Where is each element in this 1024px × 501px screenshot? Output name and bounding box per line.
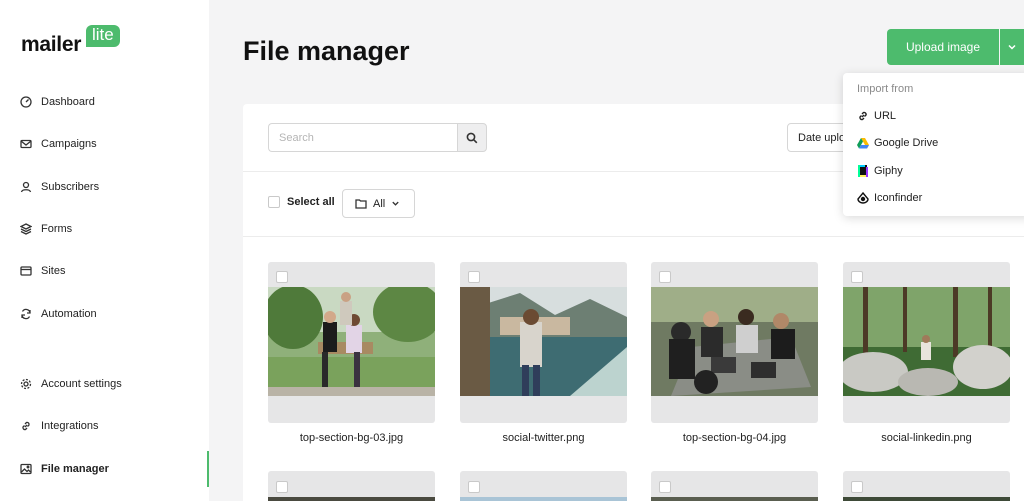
file-checkbox[interactable]: [468, 271, 480, 283]
import-menu-heading: Import from: [857, 83, 914, 95]
file-thumbnail[interactable]: [460, 471, 627, 501]
sidebar-item-label: Automation: [41, 308, 97, 320]
sidebar-item-label: Campaigns: [41, 138, 97, 150]
dashboard-icon: [20, 96, 32, 108]
import-option-label: Giphy: [874, 165, 903, 177]
gear-icon: [20, 378, 32, 390]
file-checkbox[interactable]: [851, 481, 863, 493]
chevron-down-icon: [392, 201, 399, 206]
import-google-drive-option[interactable]: Google Drive: [857, 134, 938, 152]
file-checkbox[interactable]: [276, 271, 288, 283]
sidebar-item-account-settings[interactable]: Account settings: [20, 374, 122, 394]
upload-image-button[interactable]: Upload image: [887, 29, 999, 65]
import-option-label: Iconfinder: [874, 192, 923, 204]
file-thumbnail[interactable]: [651, 262, 818, 423]
photo-image: [268, 287, 435, 396]
file-thumbnail[interactable]: [843, 471, 1010, 501]
link-icon: [22, 421, 30, 431]
browser-icon: [20, 266, 32, 276]
sidebar-item-integrations[interactable]: Integrations: [20, 416, 98, 436]
image-icon: [20, 463, 32, 475]
sidebar-item-dashboard[interactable]: Dashboard: [20, 92, 95, 112]
photo-image: [843, 287, 1010, 396]
select-all-checkbox[interactable]: Select all: [268, 196, 335, 208]
sidebar-item-file-manager[interactable]: File manager: [20, 459, 109, 479]
upload-options-toggle[interactable]: [1000, 29, 1024, 65]
sidebar-item-label: Sites: [41, 265, 66, 277]
logo-badge-lite: lite: [86, 25, 120, 47]
file-checkbox[interactable]: [468, 481, 480, 493]
file-thumbnail[interactable]: [843, 262, 1010, 423]
photo-image: [268, 497, 435, 501]
iconfinder-icon: [857, 192, 869, 204]
import-giphy-option[interactable]: Giphy: [857, 162, 903, 180]
sidebar: mailer lite Dashboard Campaigns Subscrib…: [0, 0, 209, 501]
sidebar-item-label: File manager: [41, 463, 109, 475]
checkbox[interactable]: [268, 196, 280, 208]
search-button[interactable]: [457, 123, 487, 152]
file-checkbox[interactable]: [851, 271, 863, 283]
folder-filter-label: All: [373, 197, 386, 210]
sidebar-item-forms[interactable]: Forms: [20, 219, 72, 239]
photo-image: [651, 497, 818, 501]
refresh-icon: [21, 308, 31, 320]
file-checkbox[interactable]: [276, 481, 288, 493]
photo-image: [843, 497, 1010, 501]
import-from-menu: Import from URL Google Drive Giphy Iconf…: [843, 73, 1024, 216]
import-iconfinder-option[interactable]: Iconfinder: [857, 189, 922, 207]
sidebar-item-campaigns[interactable]: Campaigns: [20, 134, 97, 154]
file-name: top-section-bg-04.jpg: [682, 432, 787, 444]
folder-icon: [355, 199, 367, 209]
folder-filter-dropdown[interactable]: All: [342, 189, 415, 218]
file-thumbnail[interactable]: [268, 471, 435, 501]
search-input[interactable]: [268, 123, 458, 152]
import-option-label: URL: [874, 110, 897, 122]
file-name: top-section-bg-03.jpg: [299, 432, 404, 444]
sidebar-item-subscribers[interactable]: Subscribers: [20, 177, 99, 197]
file-thumbnail[interactable]: [460, 262, 627, 423]
photo-image: [651, 287, 818, 396]
sidebar-item-sites[interactable]: Sites: [20, 261, 65, 281]
photo-image: [460, 287, 627, 396]
file-name: social-linkedin.png: [881, 432, 972, 444]
file-thumbnail[interactable]: [651, 471, 818, 501]
select-all-label: Select all: [287, 196, 335, 208]
divider: [243, 236, 1024, 237]
import-option-label: Google Drive: [874, 137, 939, 149]
photo-image: [460, 497, 627, 501]
layers-icon: [20, 223, 32, 235]
sidebar-item-automation[interactable]: Automation: [20, 304, 97, 324]
giphy-icon: [857, 165, 869, 177]
file-name: social-twitter.png: [502, 432, 585, 444]
file-checkbox[interactable]: [659, 271, 671, 283]
link-icon: [857, 110, 869, 122]
file-thumbnail[interactable]: [268, 262, 435, 423]
sidebar-item-label: Integrations: [41, 420, 99, 432]
sidebar-item-label: Dashboard: [41, 96, 95, 108]
file-checkbox[interactable]: [659, 481, 671, 493]
sidebar-item-label: Subscribers: [41, 181, 100, 193]
google-drive-icon: [857, 137, 869, 149]
search-icon: [466, 132, 478, 143]
user-icon: [20, 181, 32, 193]
mail-icon: [20, 139, 32, 149]
page-title: File manager: [243, 36, 410, 66]
sidebar-item-label: Account settings: [41, 378, 122, 390]
active-indicator: [207, 451, 209, 487]
import-url-option[interactable]: URL: [857, 107, 896, 125]
sidebar-item-label: Forms: [41, 223, 73, 235]
logo-text-mailer: mailer: [21, 33, 82, 56]
chevron-down-icon: [1008, 44, 1016, 50]
